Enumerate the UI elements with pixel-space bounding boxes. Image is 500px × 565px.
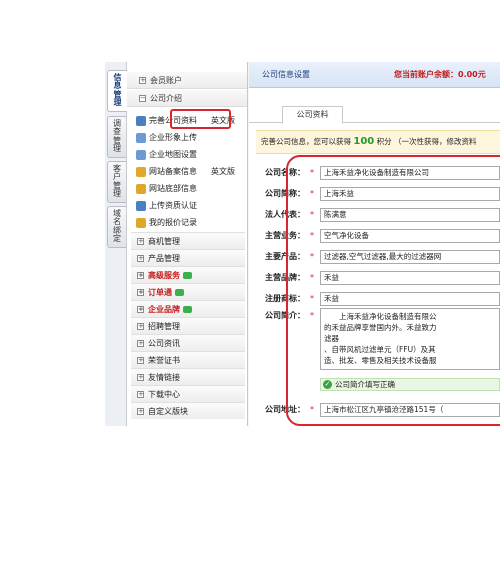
folder-icon: [136, 167, 146, 177]
menu-section-item[interactable]: + 下载中心: [131, 385, 245, 402]
vtab-domain-binding[interactable]: 域名绑定: [107, 206, 126, 248]
chat-bubble-icon: [183, 272, 192, 279]
page-title: 公司信息设置: [262, 70, 310, 79]
tab-bar: 公司资料: [249, 95, 500, 124]
menu-item-company-intro[interactable]: − 公司介绍: [127, 90, 247, 107]
document-icon: [136, 201, 146, 211]
expand-icon: +: [137, 356, 144, 364]
menu-item-member-account[interactable]: + 会员账户: [127, 72, 247, 89]
folder-icon: [136, 184, 146, 194]
menu-section-item[interactable]: + 自定义版块: [131, 402, 245, 419]
submenu-label: 企业地图设置: [149, 150, 197, 159]
expand-icon: +: [137, 322, 144, 330]
document-icon: [136, 133, 146, 143]
collapse-icon: −: [139, 94, 146, 102]
menu-section-label: 公司资讯: [148, 339, 180, 348]
submenu-quote-records[interactable]: 我的报价记录: [131, 214, 245, 231]
expand-icon: +: [137, 305, 144, 313]
menu-label: 会员账户: [150, 76, 182, 85]
vtab-label: 域名绑定: [113, 209, 121, 244]
vtab-info-management[interactable]: 信息管理: [107, 70, 127, 112]
menu-section-label: 商机管理: [148, 237, 180, 246]
menu-section-label: 招聘管理: [148, 322, 180, 331]
menu-label: 公司介绍: [150, 94, 182, 103]
content-pane: 公司信息设置 您当前账户余额：0.00元 公司资料 完善公司信息，您可以获得 1…: [249, 62, 500, 426]
expand-icon: +: [137, 271, 144, 279]
active-item-highlight: [170, 109, 231, 129]
document-icon: [136, 116, 146, 126]
vtab-label: 信息管理: [113, 73, 122, 108]
menu-section-label: 产品管理: [148, 254, 180, 263]
points-notice: 完善公司信息，您可以获得 100 积分 （一次性获得，修改资料: [256, 130, 500, 154]
expand-icon: +: [137, 373, 144, 381]
menu-section-item[interactable]: + 荣誉证书: [131, 351, 245, 368]
menu-section-label: 高级服务: [148, 271, 180, 280]
menu-section-item[interactable]: + 产品管理: [131, 249, 245, 266]
expand-icon: +: [137, 288, 144, 296]
menu-section-item[interactable]: + 友情链接: [131, 368, 245, 385]
submenu-label: 上传资质认证: [149, 201, 197, 210]
vtab-label: 客户管理: [113, 164, 121, 199]
expand-icon: +: [137, 407, 144, 415]
vtab-customer-management[interactable]: 客户管理: [107, 161, 126, 203]
expand-icon: +: [139, 76, 146, 84]
account-balance: 您当前账户余额：0.00元: [394, 70, 486, 79]
tab-company-profile[interactable]: 公司资料: [282, 106, 343, 124]
vtab-survey-management[interactable]: 调查管理: [107, 116, 126, 158]
menu-section-label: 订单通: [148, 288, 172, 297]
screenshot: 信息管理 调查管理 客户管理 域名绑定 + 会员账户 − 公司介绍 完善公司资料 英文…: [105, 62, 500, 426]
menu-section-label: 自定义版块: [148, 407, 188, 416]
notice-points: 100: [353, 136, 375, 147]
document-icon: [136, 150, 146, 160]
vtab-label: 调查管理: [113, 119, 121, 154]
notice-text: 积分 （一次性获得，修改资料: [376, 137, 477, 146]
menu-section-label: 荣誉证书: [148, 356, 180, 365]
notice-text: 完善公司信息，您可以获得: [261, 137, 351, 146]
submenu-map-settings[interactable]: 企业地图设置: [131, 146, 245, 163]
submenu-label: 网站备案信息: [149, 167, 197, 176]
menu-section-label: 下载中心: [148, 390, 180, 399]
menu-section-item[interactable]: + 高级服务: [131, 266, 245, 283]
english-version-link[interactable]: 英文版: [211, 167, 235, 176]
content-header: 公司信息设置 您当前账户余额：0.00元: [249, 62, 500, 88]
form-highlight: [286, 155, 500, 426]
submenu-footer-info[interactable]: 网站底部信息: [131, 180, 245, 197]
submenu-upload-certification[interactable]: 上传资质认证: [131, 197, 245, 214]
menu-section-label: 友情链接: [148, 373, 180, 382]
expand-icon: +: [137, 237, 144, 245]
menu-section-item[interactable]: + 企业品牌: [131, 300, 245, 317]
chat-bubble-icon: [183, 306, 192, 313]
expand-icon: +: [137, 254, 144, 262]
submenu-label: 企业形象上传: [149, 133, 197, 142]
submenu-label: 我的报价记录: [149, 218, 197, 227]
expand-icon: +: [137, 339, 144, 347]
left-menu: + 会员账户 − 公司介绍 完善公司资料 英文版 企业形象上传 企业地图设置 网站备案…: [127, 62, 248, 426]
vertical-tab-strip: 信息管理 调查管理 客户管理 域名绑定: [105, 62, 127, 426]
menu-section-label: 企业品牌: [148, 305, 180, 314]
submenu-image-upload[interactable]: 企业形象上传: [131, 129, 245, 146]
folder-icon: [136, 218, 146, 228]
menu-section-item[interactable]: + 订单通: [131, 283, 245, 300]
chat-bubble-icon: [175, 289, 184, 296]
menu-section-item[interactable]: + 公司资讯: [131, 334, 245, 351]
submenu-label: 网站底部信息: [149, 184, 197, 193]
menu-section-item[interactable]: + 招聘管理: [131, 317, 245, 334]
submenu-icp-info[interactable]: 网站备案信息 英文版: [131, 163, 245, 180]
expand-icon: +: [137, 390, 144, 398]
menu-section-item[interactable]: + 商机管理: [131, 232, 245, 249]
